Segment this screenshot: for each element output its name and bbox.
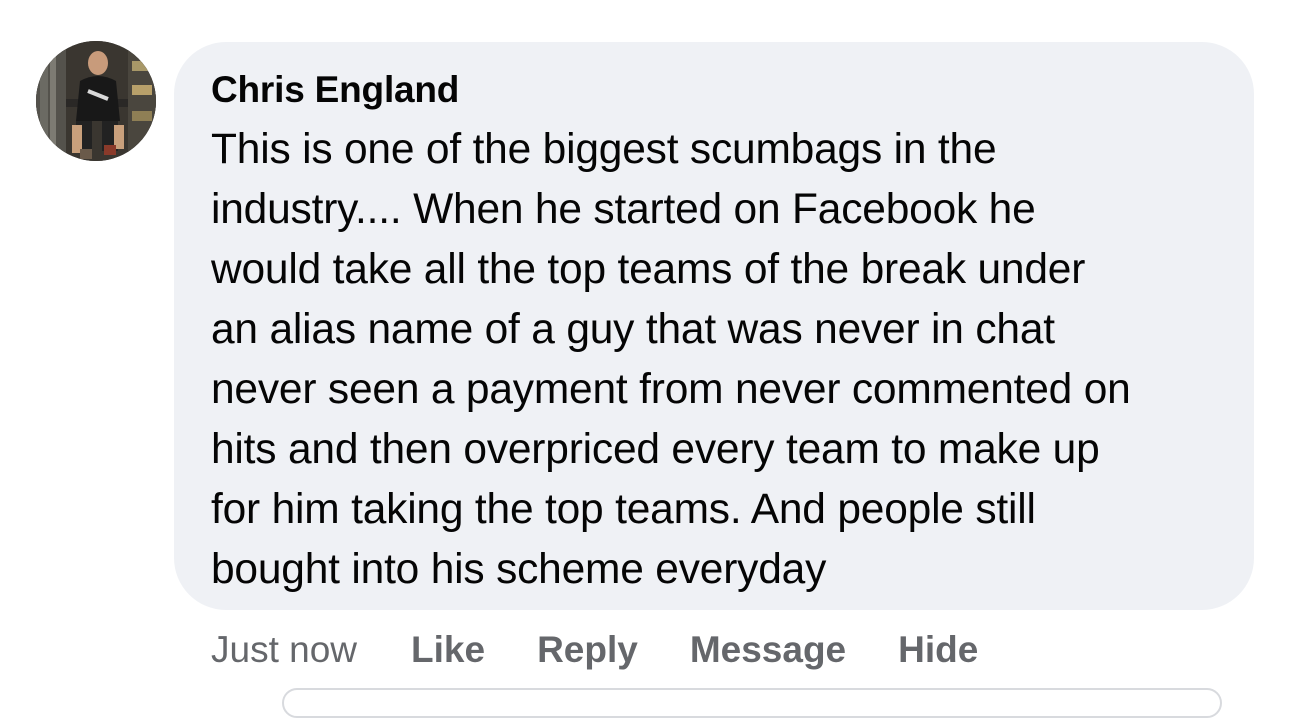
like-button[interactable]: Like <box>411 629 485 671</box>
reply-input-edge[interactable] <box>282 688 1222 718</box>
comment-actions: Just now Like Reply Message Hide <box>211 627 1030 673</box>
comment-author[interactable]: Chris England <box>211 68 1224 112</box>
comment-timestamp[interactable]: Just now <box>211 629 357 671</box>
comment-text: This is one of the biggest scumbags in t… <box>211 126 1131 593</box>
avatar[interactable] <box>36 41 156 161</box>
comment-bubble: Chris England This is one of the biggest… <box>174 42 1254 610</box>
reply-button[interactable]: Reply <box>537 629 638 671</box>
hide-button[interactable]: Hide <box>898 629 978 671</box>
profile-photo <box>36 41 156 161</box>
message-button[interactable]: Message <box>690 629 846 671</box>
